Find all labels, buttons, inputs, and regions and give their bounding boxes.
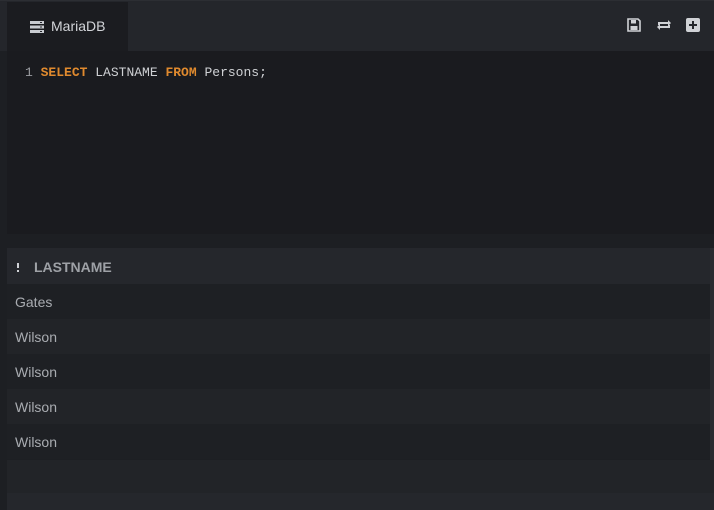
sql-editor[interactable]: 1 SELECT LASTNAME FROM Persons;	[7, 51, 714, 234]
results-scrollbar[interactable]	[710, 248, 714, 460]
tab-bar: MariaDB	[0, 0, 714, 52]
cell-value: Gates	[15, 294, 53, 310]
save-icon[interactable]	[627, 18, 643, 34]
line-number: 1	[25, 65, 33, 80]
database-icon	[30, 20, 44, 33]
cell-value: Wilson	[15, 329, 58, 345]
column-name: LASTNAME	[87, 65, 166, 80]
table-name: Persons;	[196, 65, 267, 80]
refresh-icon[interactable]	[656, 18, 672, 34]
column-header[interactable]: LASTNAME	[7, 248, 710, 284]
table-row[interactable]: Wilson	[7, 354, 710, 389]
table-row[interactable]: Wilson	[7, 424, 710, 459]
column-title: LASTNAME	[34, 259, 112, 275]
keyword-select: SELECT	[40, 65, 88, 80]
results-table: LASTNAME Gates Wilson Wilson Wilson Wils…	[7, 248, 710, 459]
code-line: 1 SELECT LASTNAME FROM Persons;	[25, 65, 267, 81]
tab-label: MariaDB	[51, 18, 106, 34]
add-icon[interactable]	[686, 18, 702, 34]
cell-value: Wilson	[15, 399, 58, 415]
column-menu-icon[interactable]	[16, 260, 20, 272]
table-row[interactable]: Wilson	[7, 389, 710, 424]
table-row[interactable]: Gates	[7, 284, 710, 319]
status-area	[7, 493, 714, 510]
cell-value: Wilson	[15, 364, 58, 380]
tab-mariadb[interactable]: MariaDB	[7, 2, 128, 52]
table-row[interactable]: Wilson	[7, 319, 710, 354]
results-footer	[7, 460, 714, 493]
keyword-from: FROM	[165, 65, 197, 80]
cell-value: Wilson	[15, 434, 58, 450]
